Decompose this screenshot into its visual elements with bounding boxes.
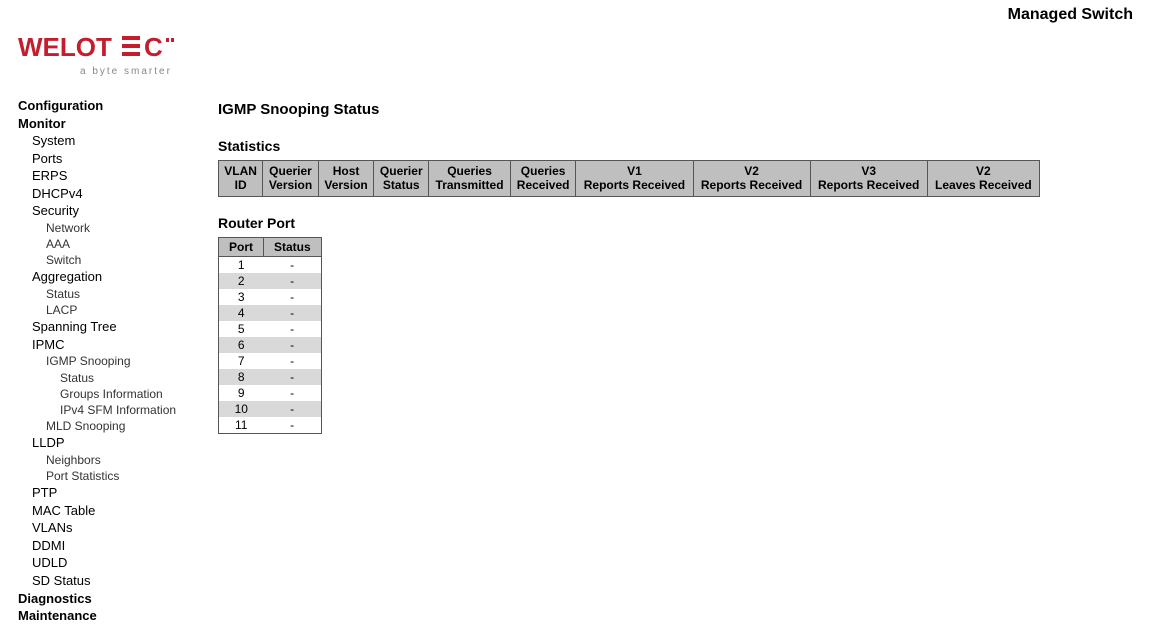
svg-text:C: C [144, 34, 163, 62]
col-vlan-id: VLANID [219, 161, 263, 197]
cell-port: 7 [219, 353, 264, 369]
sidebar-item-configuration[interactable]: Configuration [18, 97, 200, 115]
cell-port: 4 [219, 305, 264, 321]
cell-status: - [264, 273, 322, 289]
cell-status: - [264, 369, 322, 385]
col-v2-reports: V2Reports Received [693, 161, 810, 197]
cell-port: 5 [219, 321, 264, 337]
col-v2-leaves: V2Leaves Received [927, 161, 1039, 197]
sidebar-item-monitor[interactable]: Monitor [18, 115, 200, 133]
sidebar-item-lldp-portstats[interactable]: Port Statistics [18, 468, 200, 484]
table-row: 6- [219, 337, 322, 353]
table-row: 10- [219, 401, 322, 417]
sidebar-item-igmp-snooping[interactable]: IGMP Snooping [18, 353, 200, 369]
table-row: 3- [219, 289, 322, 305]
cell-port: 9 [219, 385, 264, 401]
sidebar-item-lldp-neighbors[interactable]: Neighbors [18, 452, 200, 468]
sidebar-item-mac-table[interactable]: MAC Table [18, 502, 200, 520]
router-port-heading: Router Port [218, 215, 1133, 231]
sidebar-item-aaa[interactable]: AAA [18, 236, 200, 252]
table-row: 1- [219, 256, 322, 273]
sidebar-item-igmp-status[interactable]: Status [18, 370, 200, 386]
sidebar-item-mld-snooping[interactable]: MLD Snooping [18, 418, 200, 434]
cell-port: 11 [219, 417, 264, 434]
sidebar-item-udld[interactable]: UDLD [18, 554, 200, 572]
cell-port: 10 [219, 401, 264, 417]
sidebar-item-security[interactable]: Security [18, 202, 200, 220]
col-queries-transmitted: QueriesTransmitted [429, 161, 511, 197]
sidebar-item-dhcpv4[interactable]: DHCPv4 [18, 185, 200, 203]
cell-status: - [264, 401, 322, 417]
cell-port: 1 [219, 256, 264, 273]
cell-status: - [264, 289, 322, 305]
col-port: Port [219, 237, 264, 256]
sidebar-item-ipmc[interactable]: IPMC [18, 336, 200, 354]
cell-status: - [264, 321, 322, 337]
cell-status: - [264, 256, 322, 273]
col-querier-version: QuerierVersion [263, 161, 319, 197]
sidebar-item-diagnostics[interactable]: Diagnostics [18, 590, 200, 608]
table-row: 11- [219, 417, 322, 434]
col-queries-received: QueriesReceived [510, 161, 575, 197]
col-host-version: HostVersion [318, 161, 374, 197]
sidebar-item-erps[interactable]: ERPS [18, 167, 200, 185]
col-querier-status: QuerierStatus [374, 161, 429, 197]
table-row: 4- [219, 305, 322, 321]
main-content: IGMP Snooping Status Statistics VLANID Q… [200, 97, 1153, 625]
sidebar-item-aggregation[interactable]: Aggregation [18, 268, 200, 286]
sidebar-item-igmp-groups[interactable]: Groups Information [18, 386, 200, 402]
page-title: IGMP Snooping Status [218, 101, 1133, 118]
sidebar-item-network[interactable]: Network [18, 220, 200, 236]
svg-text:WELOT: WELOT [18, 34, 112, 62]
sidebar-item-lldp[interactable]: LLDP [18, 434, 200, 452]
statistics-heading: Statistics [218, 138, 1133, 154]
cell-port: 2 [219, 273, 264, 289]
cell-port: 8 [219, 369, 264, 385]
cell-status: - [264, 353, 322, 369]
statistics-table: VLANID QuerierVersion HostVersion Querie… [218, 160, 1040, 197]
sidebar-item-ports[interactable]: Ports [18, 150, 200, 168]
sidebar-item-igmp-sfm[interactable]: IPv4 SFM Information [18, 402, 200, 418]
sidebar-item-switch[interactable]: Switch [18, 252, 200, 268]
table-row: 8- [219, 369, 322, 385]
sidebar-item-ddmi[interactable]: DDMI [18, 537, 200, 555]
cell-status: - [264, 385, 322, 401]
col-status: Status [264, 237, 322, 256]
cell-status: - [264, 337, 322, 353]
sidebar-item-maintenance[interactable]: Maintenance [18, 607, 200, 625]
cell-status: - [264, 417, 322, 434]
sidebar-item-spanning-tree[interactable]: Spanning Tree [18, 318, 200, 336]
sidebar-item-sd-status[interactable]: SD Status [18, 572, 200, 590]
logo-tagline: a byte smarter [18, 66, 1153, 77]
table-row: 2- [219, 273, 322, 289]
table-row: 7- [219, 353, 322, 369]
cell-port: 3 [219, 289, 264, 305]
router-port-table: Port Status 1-2-3-4-5-6-7-8-9-10-11- [218, 237, 322, 434]
table-row: 5- [219, 321, 322, 337]
welotec-logo: WELOT C [18, 34, 190, 64]
product-header: Managed Switch [0, 0, 1153, 24]
sidebar-item-ptp[interactable]: PTP [18, 484, 200, 502]
cell-status: - [264, 305, 322, 321]
col-v1-reports: V1Reports Received [576, 161, 693, 197]
sidebar-item-vlans[interactable]: VLANs [18, 519, 200, 537]
sidebar-item-system[interactable]: System [18, 132, 200, 150]
table-row: 9- [219, 385, 322, 401]
col-v3-reports: V3Reports Received [810, 161, 927, 197]
sidebar-item-agg-status[interactable]: Status [18, 286, 200, 302]
product-name: Managed Switch [1008, 6, 1133, 23]
cell-port: 6 [219, 337, 264, 353]
logo-area: WELOT C a byte smarter [0, 24, 1153, 77]
sidebar-item-lacp[interactable]: LACP [18, 302, 200, 318]
sidebar: Configuration Monitor System Ports ERPS … [0, 97, 200, 625]
